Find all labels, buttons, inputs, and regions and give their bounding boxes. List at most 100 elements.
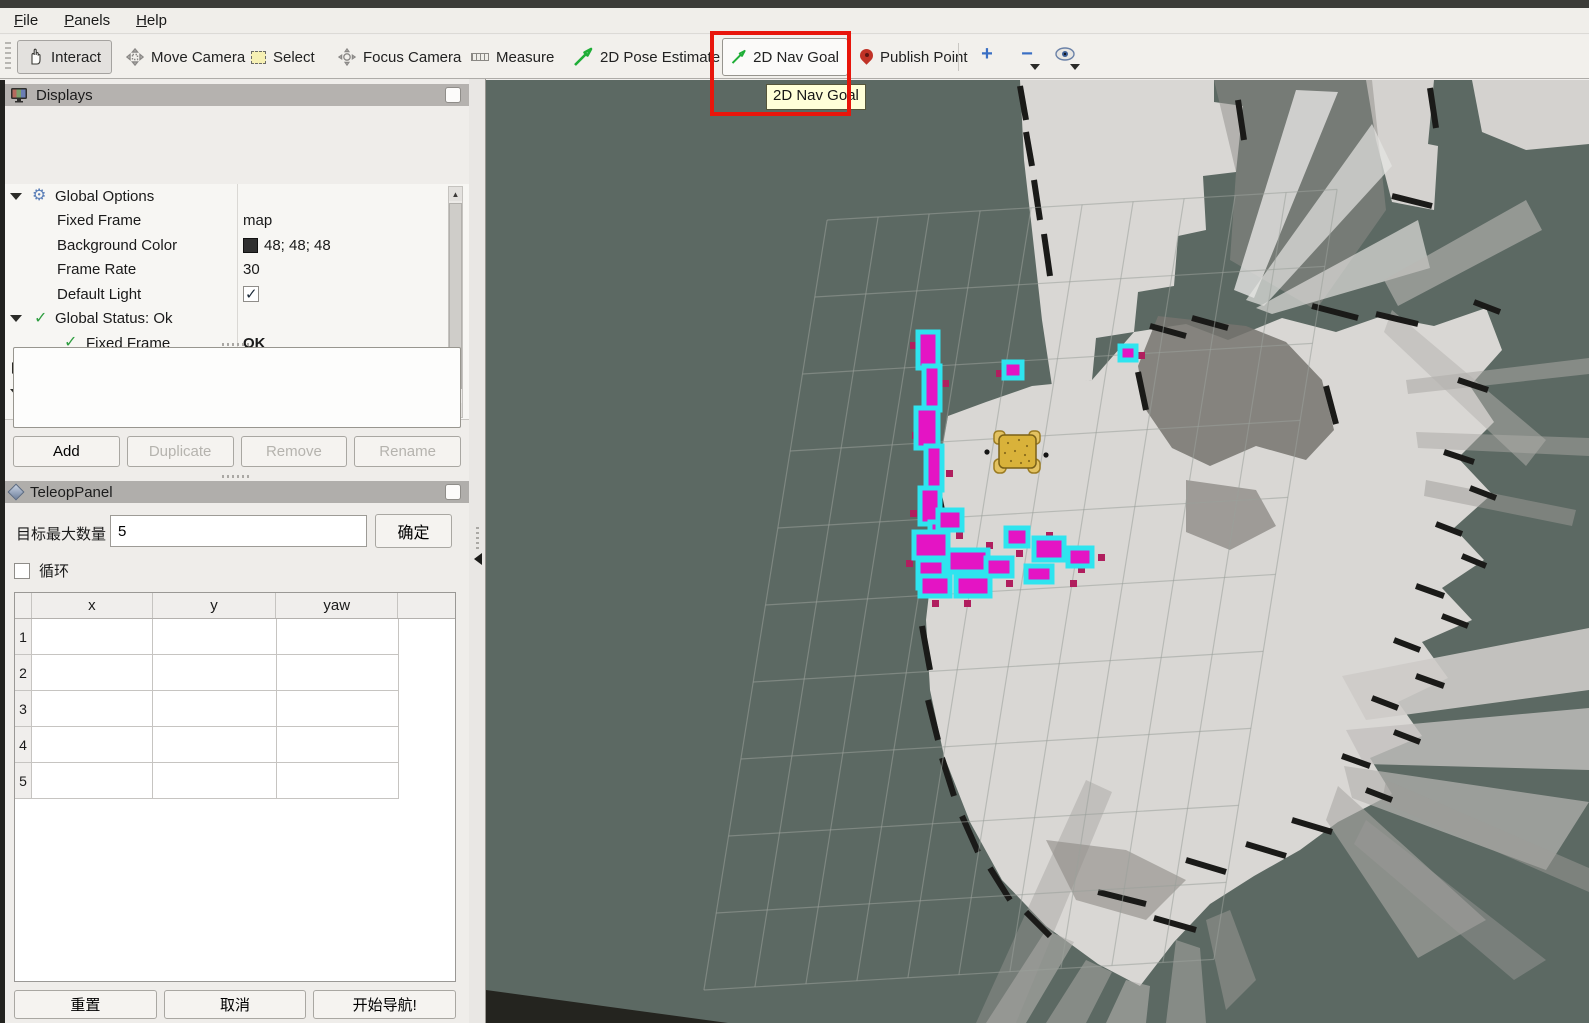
menu-panels-accel: P xyxy=(64,12,74,29)
table-row: 2 xyxy=(15,655,455,691)
row-header[interactable]: 5 xyxy=(15,763,32,799)
tool-pose-estimate[interactable]: 2D Pose Estimate xyxy=(565,40,728,74)
tool-interact-label: Interact xyxy=(51,49,101,66)
visibility-dropdown-arrow[interactable] xyxy=(1070,64,1080,70)
table-row: 4 xyxy=(15,727,455,763)
table-cell[interactable] xyxy=(153,619,277,655)
remove-display-button[interactable]: Remove xyxy=(241,436,348,467)
focus-crosshair-icon xyxy=(338,48,356,66)
eye-icon xyxy=(1055,47,1075,61)
displays-float-checkbox[interactable] xyxy=(445,87,461,103)
expander-down-icon[interactable] xyxy=(10,193,22,200)
toolbar-separator xyxy=(958,43,959,71)
move-arrows-icon xyxy=(126,48,144,66)
confirm-button[interactable]: 确定 xyxy=(375,514,452,548)
table-cell[interactable] xyxy=(32,727,153,763)
table-cell[interactable] xyxy=(153,727,277,763)
table-cell[interactable] xyxy=(153,691,277,727)
max-goal-count-input[interactable] xyxy=(110,515,367,547)
teleop-float-checkbox[interactable] xyxy=(445,484,461,500)
table-cell[interactable] xyxy=(277,691,399,727)
loop-option-row: 循环 xyxy=(14,560,69,581)
expander-down-icon[interactable] xyxy=(10,315,22,322)
status-ok-check-icon: ✓ xyxy=(34,311,47,327)
tool-measure[interactable]: Measure xyxy=(463,40,562,74)
toolbar-drag-handle[interactable] xyxy=(5,42,11,72)
duplicate-display-button[interactable]: Duplicate xyxy=(127,436,234,467)
plus-icon: + xyxy=(981,43,993,66)
column-header-yaw[interactable]: yaw xyxy=(276,593,398,618)
teleop-panel-icon xyxy=(8,484,25,501)
display-description-box xyxy=(13,347,461,428)
table-cell[interactable] xyxy=(32,691,153,727)
robot-side-marker xyxy=(1043,452,1048,457)
table-cell[interactable] xyxy=(32,655,153,691)
scroll-up-arrow[interactable]: ▲ xyxy=(449,187,462,201)
table-cell[interactable] xyxy=(277,727,399,763)
table-cell[interactable] xyxy=(32,619,153,655)
annotation-highlight xyxy=(710,31,851,116)
tool-select[interactable]: Select xyxy=(243,40,323,74)
menu-help-label: elp xyxy=(147,12,167,29)
column-header-x[interactable]: x xyxy=(32,593,153,618)
render-viewport[interactable] xyxy=(486,80,1589,1023)
rename-display-button[interactable]: Rename xyxy=(354,436,461,467)
table-cell[interactable] xyxy=(153,655,277,691)
tool-move-camera[interactable]: Move Camera xyxy=(118,40,253,74)
teleop-button-row: 重置 取消 开始导航! xyxy=(14,990,456,1019)
row-header[interactable]: 3 xyxy=(15,691,32,727)
row-label: Frame Rate xyxy=(57,261,136,278)
row-header[interactable]: 2 xyxy=(15,655,32,691)
table-cell[interactable] xyxy=(153,763,277,799)
ruler-icon xyxy=(471,53,489,61)
start-navigation-button[interactable]: 开始导航! xyxy=(313,990,456,1019)
teleop-panel-title: TeleopPanel xyxy=(30,484,113,501)
displays-panel-titlebar[interactable]: Displays xyxy=(0,84,469,106)
add-tool-button[interactable]: + xyxy=(974,41,1000,67)
goal-table[interactable]: x y yaw 1 2 3 4 5 xyxy=(14,592,456,982)
table-cell[interactable] xyxy=(32,763,153,799)
tool-interact[interactable]: Interact xyxy=(17,40,112,74)
minus-icon: − xyxy=(1021,43,1033,66)
add-display-button[interactable]: Add xyxy=(13,436,120,467)
cancel-button[interactable]: 取消 xyxy=(164,990,307,1019)
tool-focus-camera[interactable]: Focus Camera xyxy=(330,40,469,74)
tree-row-fixed-frame[interactable]: Fixed Frame map xyxy=(0,209,469,234)
map-canvas[interactable] xyxy=(486,80,1589,1023)
left-dock-area: Displays ⚙ Global Options Fixed Frame ma… xyxy=(0,79,469,1023)
tool-measure-label: Measure xyxy=(496,49,554,66)
tree-row-default-light[interactable]: Default Light xyxy=(0,282,469,307)
row-header[interactable]: 1 xyxy=(15,619,32,655)
table-row: 5 xyxy=(15,763,455,799)
row-value[interactable]: 48; 48; 48 xyxy=(243,237,331,254)
table-cell[interactable] xyxy=(277,619,399,655)
tree-row-frame-rate[interactable]: Frame Rate 30 xyxy=(0,258,469,283)
default-light-checkbox[interactable] xyxy=(243,286,259,302)
table-cell[interactable] xyxy=(277,763,399,799)
row-value[interactable]: 30 xyxy=(243,261,260,278)
splitter-dots-handle[interactable] xyxy=(222,343,250,346)
splitter-dots-handle[interactable] xyxy=(222,475,250,478)
menu-panels-label: anels xyxy=(74,12,110,29)
column-header-y[interactable]: y xyxy=(153,593,277,618)
tree-row-global-options[interactable]: ⚙ Global Options xyxy=(0,184,469,209)
selection-box-icon xyxy=(251,51,266,64)
panel-splitter[interactable] xyxy=(469,79,486,1023)
remove-tool-dropdown-arrow[interactable] xyxy=(1030,64,1040,70)
menu-file[interactable]: File xyxy=(14,12,38,29)
loop-checkbox[interactable] xyxy=(14,563,30,579)
teleop-panel-titlebar[interactable]: TeleopPanel xyxy=(0,481,469,503)
row-header[interactable]: 4 xyxy=(15,727,32,763)
table-cell[interactable] xyxy=(277,655,399,691)
reset-button[interactable]: 重置 xyxy=(14,990,157,1019)
splitter-dots xyxy=(476,527,479,549)
splitter-collapse-arrow[interactable] xyxy=(474,553,482,565)
color-swatch xyxy=(243,238,258,253)
row-value[interactable]: map xyxy=(243,212,272,229)
menu-help[interactable]: Help xyxy=(136,12,167,29)
loop-label: 循环 xyxy=(39,560,69,581)
tree-row-background-color[interactable]: Background Color 48; 48; 48 xyxy=(0,233,469,258)
menu-panels[interactable]: Panels xyxy=(64,12,110,29)
tree-row-global-status[interactable]: ✓ Global Status: Ok xyxy=(0,307,469,332)
displays-panel-title: Displays xyxy=(36,87,93,104)
